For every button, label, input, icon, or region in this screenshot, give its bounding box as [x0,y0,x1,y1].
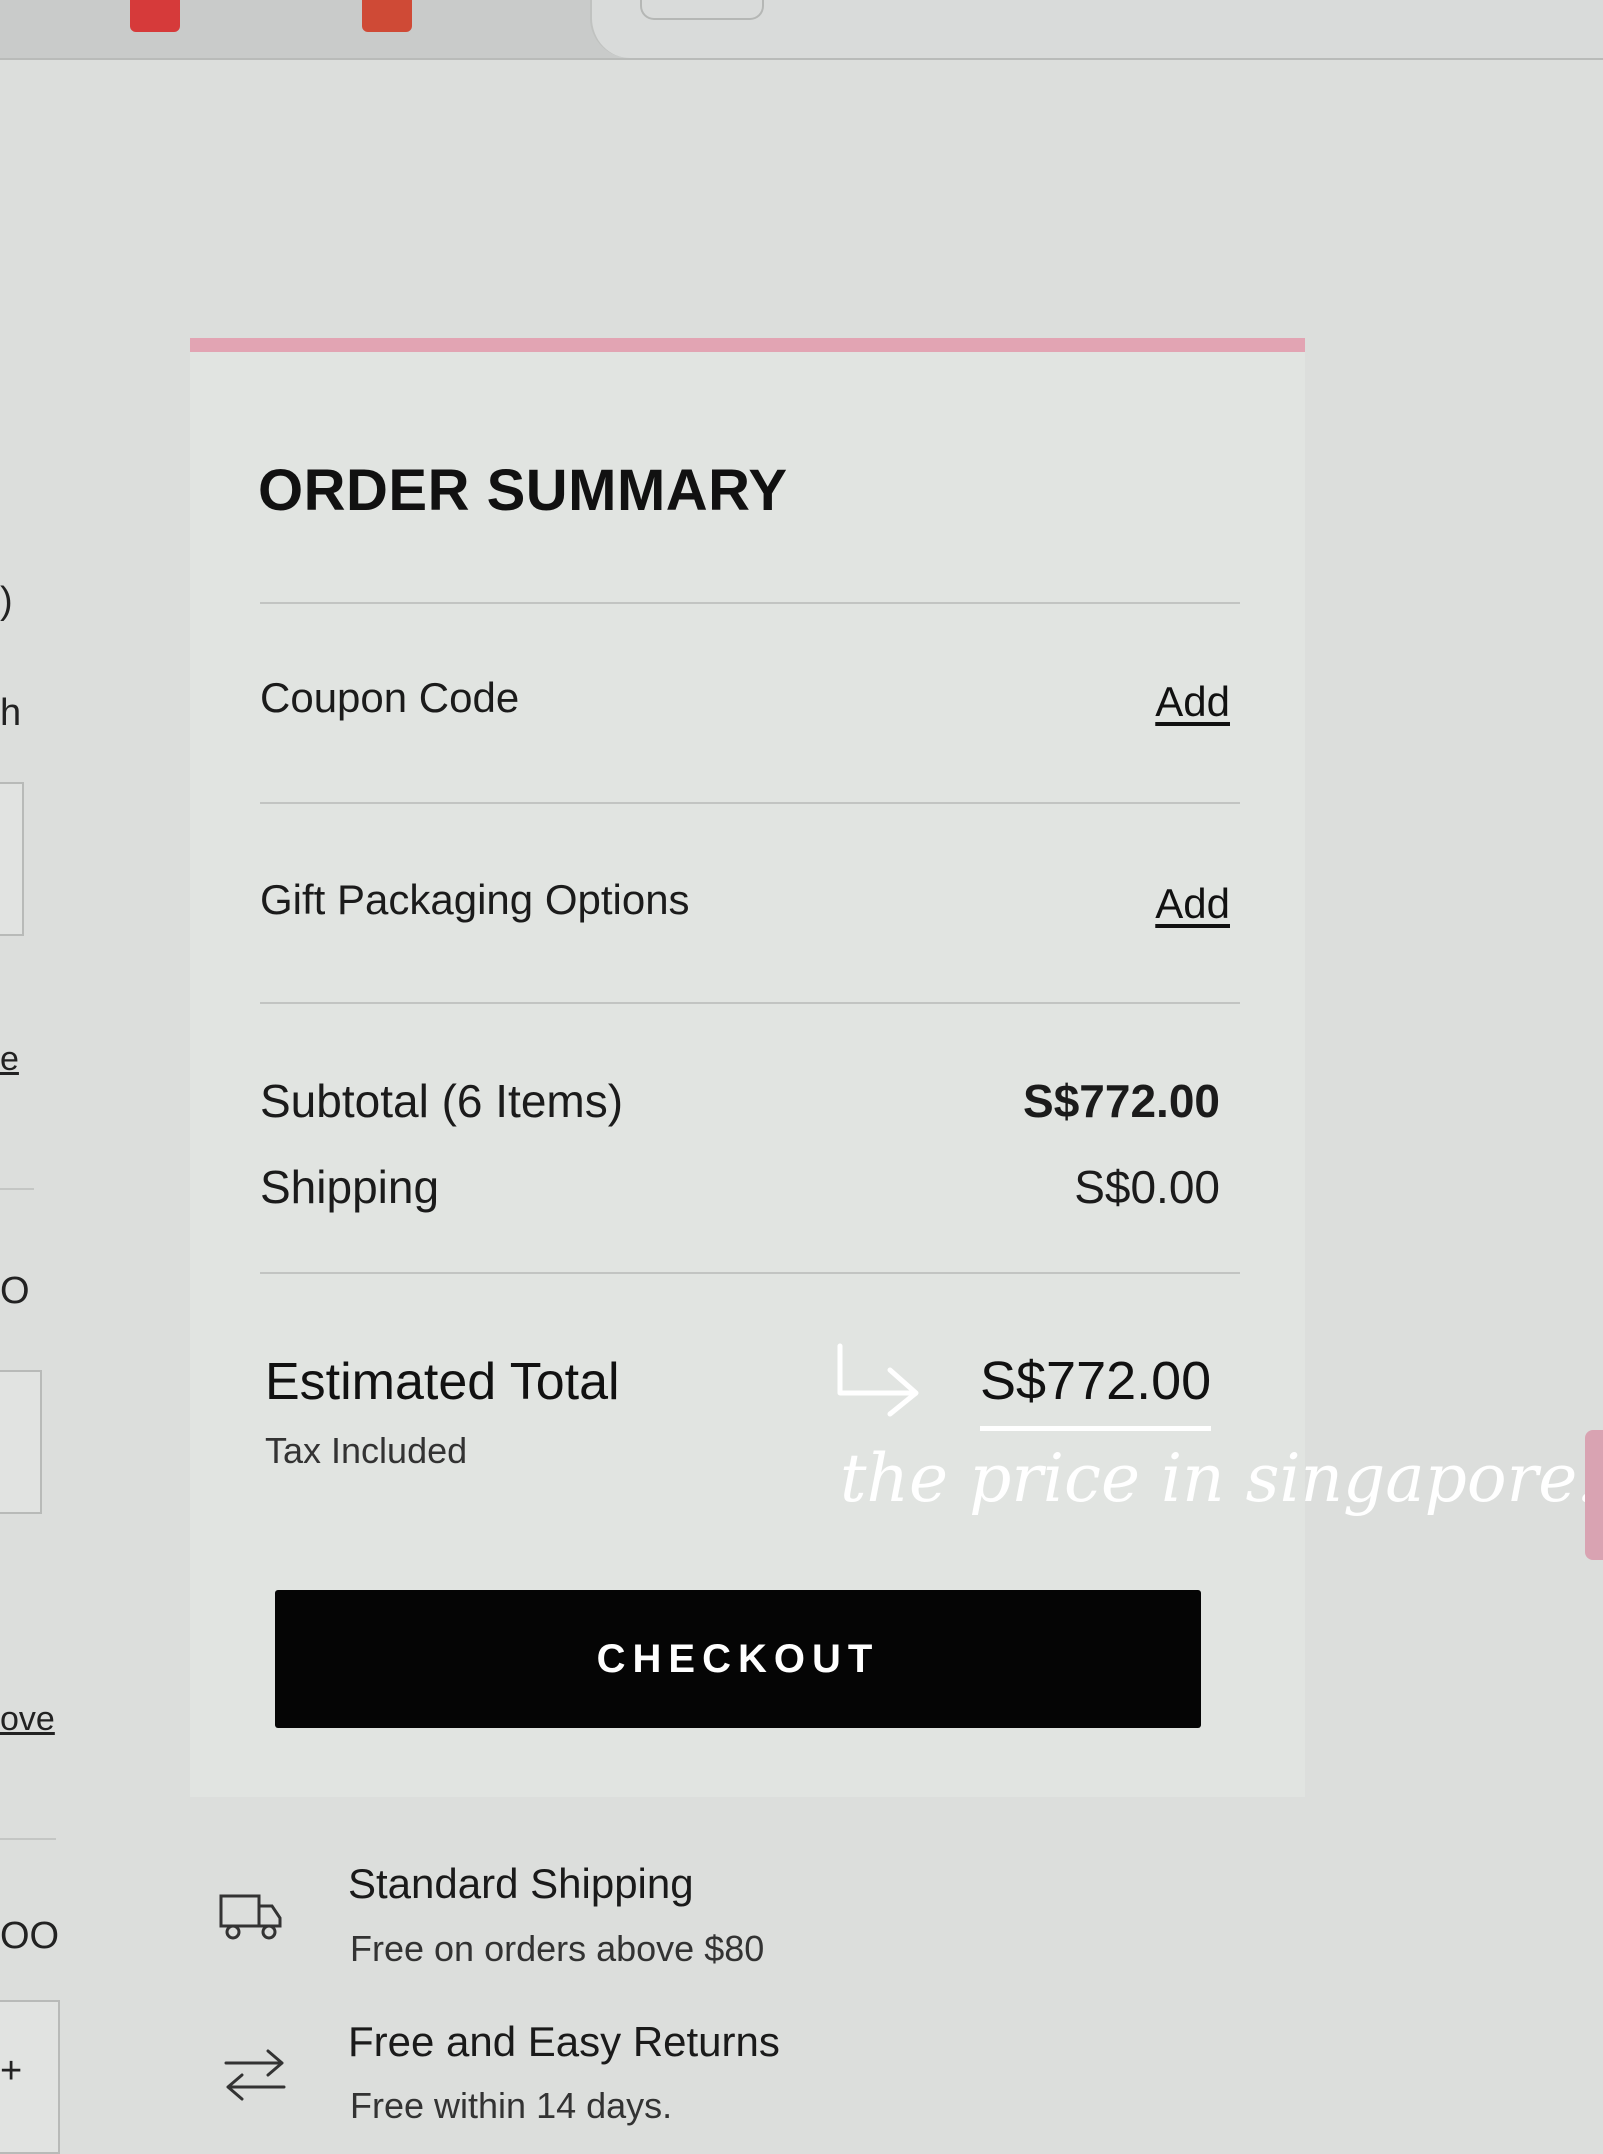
pink-edge-decoration [1585,1430,1603,1560]
cart-items-column-partial: ) h e O ove OO + [0,60,70,2154]
left-fragment-oo: OO [0,1915,60,1957]
estimated-total-label: Estimated Total [265,1353,620,1411]
free-returns-title: Free and Easy Returns [348,2018,780,2065]
exchange-arrows-icon [224,2049,286,2101]
left-divider-2 [0,1838,56,1840]
free-returns-sub: Free within 14 days. [350,2085,673,2126]
handwritten-note: the price in singapore! [840,1440,1603,1517]
coupon-code-label: Coupon Code [260,674,520,721]
divider [260,1002,1240,1004]
left-divider [0,1188,34,1190]
left-fragment-link-e[interactable]: e [0,1040,19,1079]
favicon-s-icon[interactable] [362,0,412,32]
subtotal-label: Subtotal (6 Items) [260,1075,624,1127]
left-input-box[interactable] [0,782,24,936]
order-summary-card: ORDER SUMMARY Coupon Code Add Gift Packa… [190,338,1305,1797]
subtotal-value: S$772.00 [1023,1075,1220,1127]
shipping-value: S$0.00 [1074,1161,1220,1213]
handwritten-arrow-icon [837,1343,919,1417]
divider [260,602,1240,604]
tab-pill [640,0,764,20]
left-fragment-h: h [0,692,22,734]
standard-shipping-sub: Free on orders above $80 [350,1928,765,1969]
left-fragment-paren: ) [0,580,13,622]
left-plus-icon[interactable]: + [0,2050,22,2093]
left-fragment-remove-link[interactable]: ove [0,1700,55,1739]
gift-packaging-label: Gift Packaging Options [260,876,690,923]
tax-included-label: Tax Included [265,1430,468,1471]
divider [260,1272,1240,1274]
checkout-button[interactable]: CHECKOUT [275,1590,1201,1728]
order-summary-title: ORDER SUMMARY [258,458,788,523]
left-input-box-2[interactable] [0,1370,42,1514]
gift-packaging-add-link[interactable]: Add [1155,880,1230,928]
left-fragment-o: O [0,1270,30,1312]
favicon-g-icon[interactable] [130,0,180,32]
divider [260,802,1240,804]
coupon-add-link[interactable]: Add [1155,678,1230,726]
standard-shipping-title: Standard Shipping [348,1860,694,1907]
browser-tab-bar [0,0,1603,60]
estimated-total-value: S$772.00 [980,1350,1212,1431]
shipping-label: Shipping [260,1161,440,1213]
truck-icon [219,1894,282,1940]
